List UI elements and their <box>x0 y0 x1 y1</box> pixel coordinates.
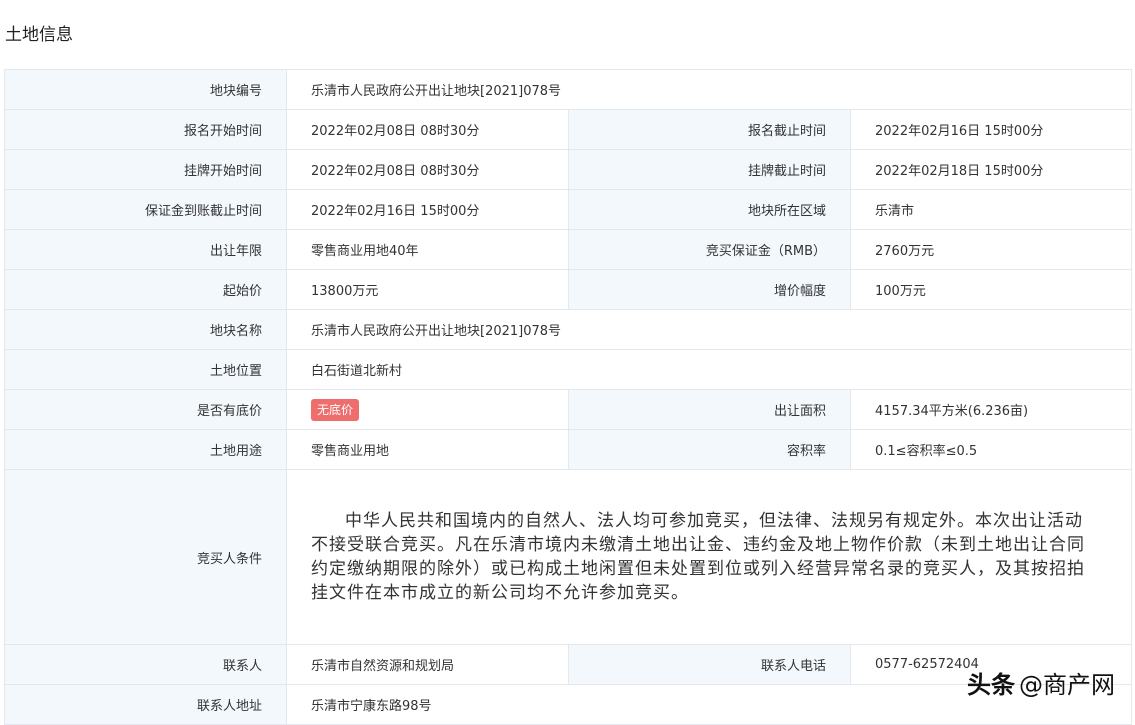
usage-label: 土地用途 <box>4 429 287 470</box>
address-label: 联系人地址 <box>4 684 287 725</box>
deposit-deadline-label: 保证金到账截止时间 <box>4 189 287 230</box>
phone-label: 联系人电话 <box>568 644 851 685</box>
table-row: 联系人地址 乐清市宁康东路98号 <box>4 684 1133 725</box>
reserve-price-value: 无底价 <box>286 389 569 430</box>
list-end-value: 2022年02月18日 15时00分 <box>849 149 1133 190</box>
watermark-brand: 头条 <box>967 671 1015 699</box>
area-value: 4157.34平方米(6.236亩) <box>849 389 1133 430</box>
table-row: 地块编号 乐清市人民政府公开出让地块[2021]078号 <box>4 69 1133 110</box>
list-end-label: 挂牌截止时间 <box>568 149 851 190</box>
watermark: 头条 @商产网 <box>967 665 1115 700</box>
reserve-price-label: 是否有底价 <box>4 389 287 430</box>
table-row: 土地位置 白石街道北新村 <box>4 349 1133 390</box>
term-value: 零售商业用地40年 <box>286 229 569 270</box>
deposit-label: 竞买保证金（RMB） <box>568 229 851 270</box>
status-badge: 无底价 <box>311 398 360 421</box>
plot-no-value: 乐清市人民政府公开出让地块[2021]078号 <box>285 69 1133 110</box>
list-start-value: 2022年02月08日 08时30分 <box>286 149 569 190</box>
table-row: 保证金到账截止时间 2022年02月16日 15时00分 地块所在区域 乐清市 <box>4 189 1133 230</box>
contact-value: 乐清市自然资源和规划局 <box>286 644 569 685</box>
table-row: 是否有底价 无底价 出让面积 4157.34平方米(6.236亩) <box>4 389 1133 430</box>
watermark-account: @商产网 <box>1019 671 1115 699</box>
conditions-text: 中华人民共和国境内的自然人、法人均可参加竞买，但法律、法规另有规定外。本次出让活… <box>311 511 1085 603</box>
conditions-value: 中华人民共和国境内的自然人、法人均可参加竞买，但法律、法规另有规定外。本次出让活… <box>285 469 1133 645</box>
term-label: 出让年限 <box>4 229 287 270</box>
table-row: 竞买人条件 中华人民共和国境内的自然人、法人均可参加竞买，但法律、法规另有规定外… <box>4 469 1133 645</box>
usage-value: 零售商业用地 <box>286 429 569 470</box>
plot-name-value: 乐清市人民政府公开出让地块[2021]078号 <box>285 309 1133 350</box>
table-row: 报名开始时间 2022年02月08日 08时30分 报名截止时间 2022年02… <box>4 109 1133 150</box>
increment-value: 100万元 <box>849 269 1133 310</box>
deposit-value: 2760万元 <box>849 229 1133 270</box>
reg-start-label: 报名开始时间 <box>4 109 287 150</box>
reg-end-label: 报名截止时间 <box>568 109 851 150</box>
table-row: 挂牌开始时间 2022年02月08日 08时30分 挂牌截止时间 2022年02… <box>4 149 1133 190</box>
list-start-label: 挂牌开始时间 <box>4 149 287 190</box>
start-price-label: 起始价 <box>4 269 287 310</box>
table-row: 联系人 乐清市自然资源和规划局 联系人电话 0577-62572404 <box>4 644 1133 685</box>
far-value: 0.1≤容积率≤0.5 <box>849 429 1133 470</box>
district-label: 地块所在区域 <box>568 189 851 230</box>
area-label: 出让面积 <box>568 389 851 430</box>
contact-label: 联系人 <box>4 644 287 685</box>
plot-name-label: 地块名称 <box>4 309 287 350</box>
land-info-table: 地块编号 乐清市人民政府公开出让地块[2021]078号 报名开始时间 2022… <box>4 69 1133 725</box>
location-value: 白石街道北新村 <box>285 349 1133 390</box>
table-row: 出让年限 零售商业用地40年 竞买保证金（RMB） 2760万元 <box>4 229 1133 270</box>
increment-label: 增价幅度 <box>568 269 851 310</box>
far-label: 容积率 <box>568 429 851 470</box>
conditions-label: 竞买人条件 <box>4 469 287 645</box>
table-row: 起始价 13800万元 增价幅度 100万元 <box>4 269 1133 310</box>
reg-start-value: 2022年02月08日 08时30分 <box>286 109 569 150</box>
location-label: 土地位置 <box>4 349 287 390</box>
start-price-value: 13800万元 <box>286 269 569 310</box>
deposit-deadline-value: 2022年02月16日 15时00分 <box>286 189 569 230</box>
reg-end-value: 2022年02月16日 15时00分 <box>849 109 1133 150</box>
table-row: 土地用途 零售商业用地 容积率 0.1≤容积率≤0.5 <box>4 429 1133 470</box>
plot-no-label: 地块编号 <box>4 69 287 110</box>
district-value: 乐清市 <box>849 189 1133 230</box>
page-title: 土地信息 <box>5 25 73 45</box>
table-row: 地块名称 乐清市人民政府公开出让地块[2021]078号 <box>4 309 1133 350</box>
